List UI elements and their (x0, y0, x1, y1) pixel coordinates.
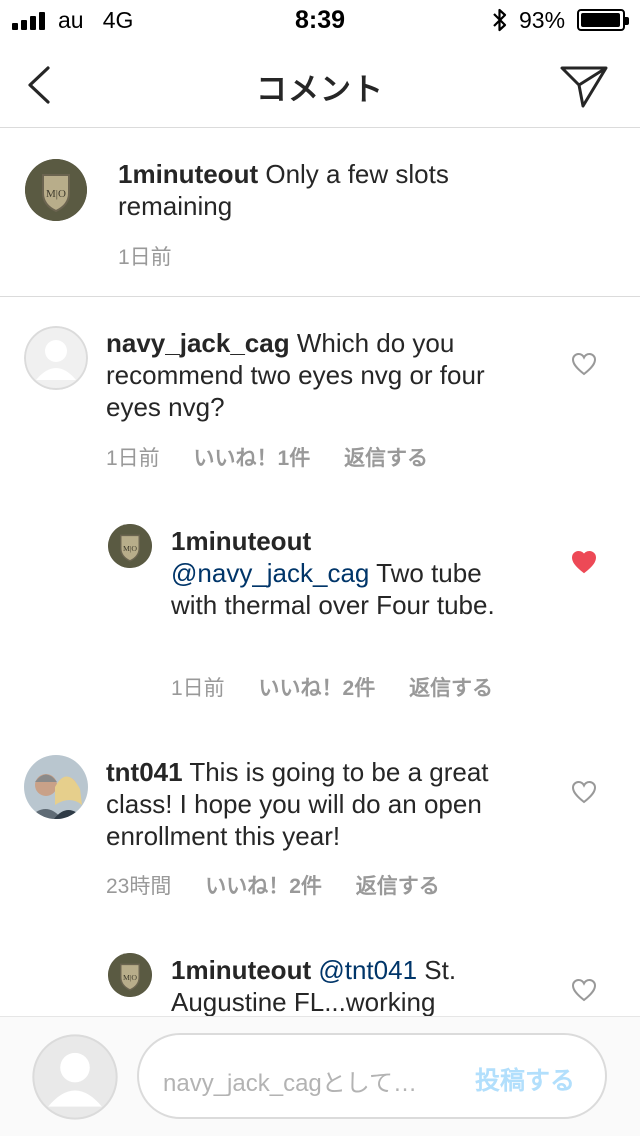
comment-meta: 23時間 いいね！2件 返信する (106, 870, 468, 900)
reply-button[interactable]: 返信する (409, 677, 493, 700)
comment-meta: 1日前 いいね！1件 返信する (106, 442, 456, 472)
avatar[interactable]: M|O (25, 159, 87, 221)
comment-text: 1minuteout @tnt041 St. Augustine FL...wo… (171, 955, 457, 1017)
avatar[interactable] (24, 326, 88, 390)
comment-username[interactable]: tnt041 (106, 757, 183, 787)
avatar[interactable]: M|O (108, 524, 152, 568)
user-photo-icon (24, 755, 88, 819)
nav-header: コメント (0, 40, 640, 128)
caption-meta: 1日前 (118, 241, 200, 271)
reply-button[interactable]: 返信する (356, 875, 440, 898)
reply-button[interactable]: 返信する (344, 447, 428, 470)
comment-username[interactable]: 1minuteout (118, 159, 258, 189)
like-count-link[interactable]: いいね！2件 (259, 677, 376, 700)
avatar[interactable]: M|O (108, 953, 152, 997)
battery-icon (577, 9, 629, 31)
caption-divider (0, 296, 640, 297)
comment-username[interactable]: navy_jack_cag (106, 328, 290, 358)
svg-text:M|O: M|O (123, 544, 137, 553)
battery-percent: 93% (519, 7, 566, 33)
comment-input[interactable]: navy_jack_cagとして… 投稿する (137, 1033, 607, 1119)
heart-outline-icon[interactable] (571, 780, 597, 804)
like-count-link[interactable]: いいね！1件 (194, 447, 311, 470)
mention-link[interactable]: @navy_jack_cag (171, 558, 369, 588)
comment-time: 23時間 (106, 875, 172, 898)
svg-text:M|O: M|O (123, 973, 137, 982)
comment-placeholder: navy_jack_cagとして… (163, 1070, 418, 1097)
shield-logo-icon: M|O (108, 953, 152, 997)
avatar[interactable] (24, 755, 88, 819)
paper-plane-icon[interactable] (556, 60, 612, 112)
caption-text: 1minuteout Only a few slots remaining (118, 159, 449, 221)
comment-username[interactable]: 1minuteout (171, 955, 311, 985)
page-title: コメント (256, 72, 384, 107)
shield-logo-icon: M|O (25, 159, 87, 221)
default-avatar-icon (32, 1034, 118, 1120)
heart-outline-icon[interactable] (571, 978, 597, 1002)
post-button[interactable]: 投稿する (475, 1061, 575, 1097)
comment-time: 1日前 (106, 447, 160, 470)
comment-text: tnt041 This is going to be a great class… (106, 757, 489, 851)
like-count-link[interactable]: いいね！2件 (205, 875, 322, 898)
shield-logo-icon: M|O (108, 524, 152, 568)
status-bar: au 4G 8:39 93% (0, 0, 640, 40)
heart-outline-icon[interactable] (571, 352, 597, 376)
comment-text: navy_jack_cag Which do you recommend two… (106, 328, 485, 422)
comment-username[interactable]: 1minuteout (171, 526, 311, 556)
comment-text: 1minuteout @navy_jack_cag Two tube with … (171, 526, 495, 620)
default-avatar-icon (24, 326, 88, 390)
comment-meta: 1日前 いいね！2件 返信する (171, 672, 521, 702)
comment-time: 1日前 (118, 246, 172, 269)
bluetooth-icon (493, 8, 507, 32)
comment-time: 1日前 (171, 677, 225, 700)
mention-link[interactable]: @tnt041 (318, 955, 417, 985)
svg-text:M|O: M|O (46, 188, 66, 200)
comment-composer: navy_jack_cagとして… 投稿する (0, 1016, 640, 1136)
heart-filled-icon[interactable] (571, 550, 597, 574)
avatar (32, 1034, 118, 1120)
